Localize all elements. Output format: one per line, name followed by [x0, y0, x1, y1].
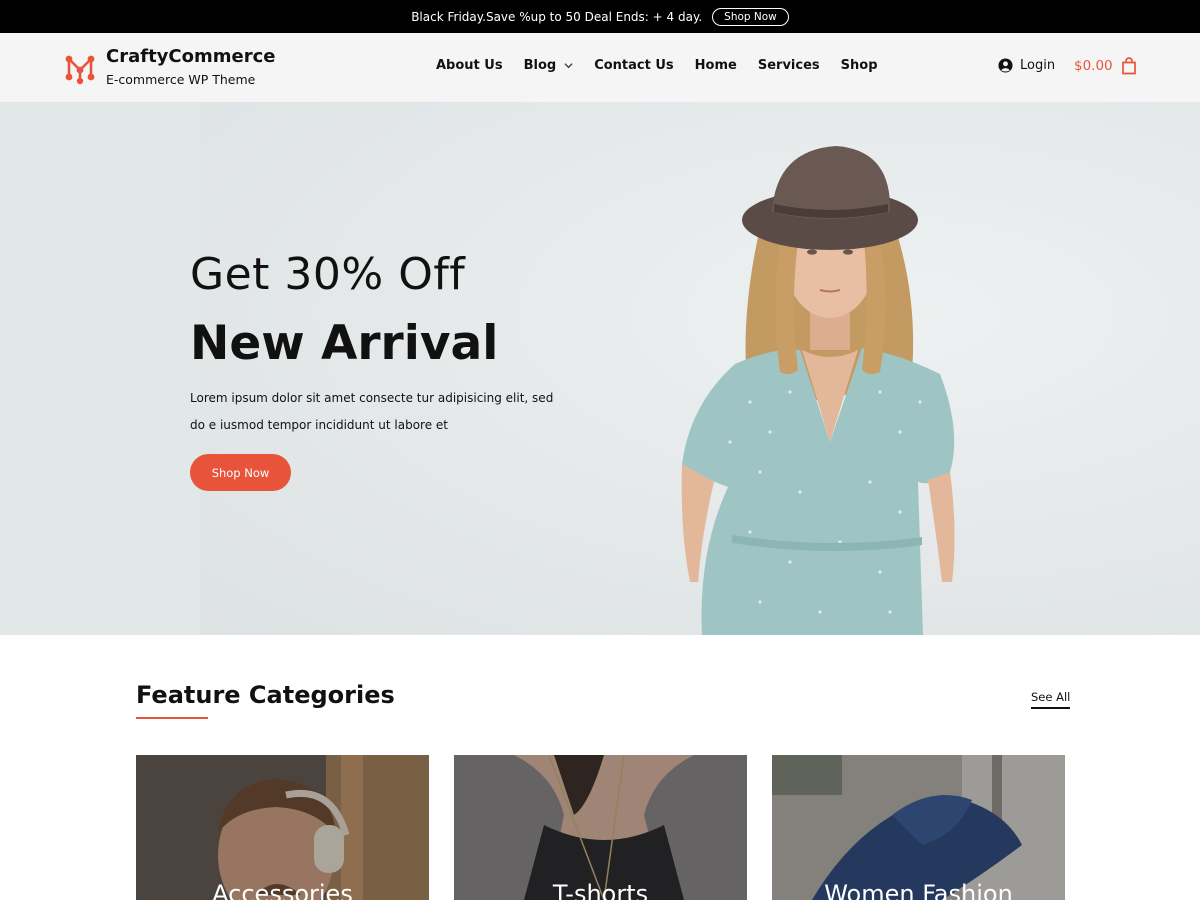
login-link[interactable]: Login	[998, 58, 1055, 73]
category-label: Accessories	[212, 880, 353, 900]
nav-label: Services	[757, 58, 820, 73]
category-label: Women Fashion	[824, 880, 1013, 900]
nav-label: Home	[694, 58, 737, 73]
announcement-text: Black Friday.Save %up to 50 Deal Ends: +…	[411, 9, 703, 24]
nav-label: Contact Us	[594, 58, 674, 73]
category-label: T-shorts	[552, 880, 649, 900]
user-icon	[998, 58, 1013, 73]
brand-tagline: E-commerce WP Theme	[106, 72, 256, 87]
categories-title-underline	[136, 717, 208, 719]
nav-item-home[interactable]: Home	[695, 58, 737, 73]
category-card-t-shorts[interactable]: T-shorts	[454, 755, 747, 900]
brand-name[interactable]: CraftyCommerce	[106, 46, 275, 67]
nav-item-contact-us[interactable]: Contact Us	[594, 58, 673, 73]
categories-title: Feature Categories	[136, 681, 395, 709]
nav-item-about-us[interactable]: About Us	[436, 58, 503, 73]
hero-title: New Arrival	[190, 316, 499, 371]
hero-headline: Get 30% Off	[190, 249, 466, 300]
hero-model-image	[681, 146, 955, 635]
category-card-women-fashion[interactable]: Women Fashion	[772, 755, 1065, 900]
announcement-bar: Black Friday.Save %up to 50 Deal Ends: +…	[0, 0, 1200, 33]
nav-item-blog[interactable]: Blog	[524, 58, 574, 73]
nav-item-services[interactable]: Services	[758, 58, 820, 73]
category-image-t-shorts	[454, 755, 747, 900]
hero-shop-now-button[interactable]: Shop Now	[190, 454, 291, 491]
hero-banner: Get 30% Off New Arrival Lorem ipsum dolo…	[0, 102, 1200, 635]
nav-label: Shop	[840, 58, 878, 73]
nav-label: About Us	[436, 58, 503, 73]
category-image-accessories	[136, 755, 429, 900]
site-header: CraftyCommerce E-commerce WP Theme About…	[0, 33, 1200, 102]
shopping-bag-icon	[1121, 57, 1136, 75]
announcement-shop-now-button[interactable]: Shop Now	[712, 7, 789, 26]
see-all-link[interactable]: See All	[1031, 690, 1071, 709]
nav-item-shop[interactable]: Shop	[841, 58, 878, 73]
brand-logo-icon[interactable]	[64, 53, 96, 85]
category-card-accessories[interactable]: Accessories	[136, 755, 429, 900]
cart-button[interactable]: $0.00	[1074, 57, 1137, 75]
category-image-women-fashion	[772, 755, 1065, 900]
login-label: Login	[1020, 58, 1056, 73]
chevron-down-icon	[564, 63, 573, 69]
cart-total: $0.00	[1074, 58, 1113, 74]
nav-label: Blog	[523, 58, 557, 73]
main-nav: About Us Blog Contact Us Home Services S…	[436, 58, 878, 73]
hero-description: Lorem ipsum dolor sit amet consecte tur …	[190, 391, 554, 432]
